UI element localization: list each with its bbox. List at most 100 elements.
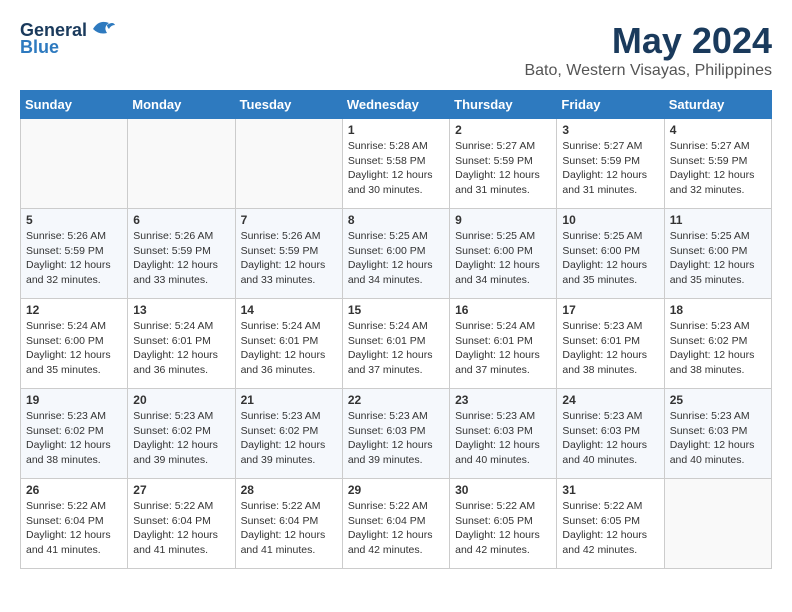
calendar-week-row: 26 Sunrise: 5:22 AM Sunset: 6:04 PM Dayli…: [21, 479, 772, 569]
day-number: 19: [26, 393, 122, 407]
day-info: Sunrise: 5:28 AM Sunset: 5:58 PM Dayligh…: [348, 139, 444, 198]
day-number: 2: [455, 123, 551, 137]
day-number: 29: [348, 483, 444, 497]
calendar-cell: 30Sunrise: 5:22 AM Sunset: 6:05 PM Dayli…: [450, 479, 557, 569]
calendar-cell: 4Sunrise: 5:27 AM Sunset: 5:59 PM Daylig…: [664, 119, 771, 209]
calendar-cell: 5Sunrise: 5:26 AM Sunset: 5:59 PM Daylig…: [21, 209, 128, 299]
calendar-cell: 21 Sunrise: 5:23 AM Sunset: 6:02 PM Dayli…: [235, 389, 342, 479]
day-info: Sunrise: 5:23 AM Sunset: 6:02 PM Dayligh…: [670, 319, 766, 378]
calendar-cell: [21, 119, 128, 209]
day-number: 6: [133, 213, 229, 227]
day-number: 16: [455, 303, 551, 317]
calendar-cell: 29 Sunrise: 5:22 AM Sunset: 6:04 PM Dayli…: [342, 479, 449, 569]
day-number: 28: [241, 483, 337, 497]
day-number: 14: [241, 303, 337, 317]
calendar-cell: 18 Sunrise: 5:23 AM Sunset: 6:02 PM Dayli…: [664, 299, 771, 389]
day-number: 13: [133, 303, 229, 317]
day-info: Sunrise: 5:25 AM Sunset: 6:00 PM Dayligh…: [348, 229, 444, 288]
day-number: 24: [562, 393, 658, 407]
day-info: Sunrise: 5:24 AM Sunset: 6:01 PM Dayligh…: [241, 319, 337, 378]
calendar-cell: 6Sunrise: 5:26 AM Sunset: 5:59 PM Daylig…: [128, 209, 235, 299]
day-number: 20: [133, 393, 229, 407]
column-header-sunday: Sunday: [21, 91, 128, 119]
day-info: Sunrise: 5:24 AM Sunset: 6:01 PM Dayligh…: [348, 319, 444, 378]
column-header-friday: Friday: [557, 91, 664, 119]
day-info: Sunrise: 5:22 AM Sunset: 6:04 PM Dayligh…: [133, 499, 229, 558]
title-area: May 2024 Bato, Western Visayas, Philippi…: [524, 20, 772, 80]
day-info: Sunrise: 5:23 AM Sunset: 6:03 PM Dayligh…: [562, 409, 658, 468]
day-number: 10: [562, 213, 658, 227]
calendar-cell: 17 Sunrise: 5:23 AM Sunset: 6:01 PM Dayli…: [557, 299, 664, 389]
calendar-cell: 12 Sunrise: 5:24 AM Sunset: 6:00 PM Dayli…: [21, 299, 128, 389]
day-info: Sunrise: 5:23 AM Sunset: 6:01 PM Dayligh…: [562, 319, 658, 378]
day-info: Sunrise: 5:25 AM Sunset: 6:00 PM Dayligh…: [670, 229, 766, 288]
day-info: Sunrise: 5:23 AM Sunset: 6:03 PM Dayligh…: [670, 409, 766, 468]
day-info: Sunrise: 5:23 AM Sunset: 6:02 PM Dayligh…: [241, 409, 337, 468]
calendar-cell: 22 Sunrise: 5:23 AM Sunset: 6:03 PM Dayli…: [342, 389, 449, 479]
column-header-saturday: Saturday: [664, 91, 771, 119]
column-header-tuesday: Tuesday: [235, 91, 342, 119]
calendar-cell: 25 Sunrise: 5:23 AM Sunset: 6:03 PM Dayli…: [664, 389, 771, 479]
day-info: Sunrise: 5:24 AM Sunset: 6:01 PM Dayligh…: [133, 319, 229, 378]
day-number: 25: [670, 393, 766, 407]
day-info: Sunrise: 5:22 AM Sunset: 6:05 PM Dayligh…: [562, 499, 658, 558]
location-title: Bato, Western Visayas, Philippines: [524, 62, 772, 80]
day-number: 4: [670, 123, 766, 137]
logo-blue-text: Blue: [20, 37, 59, 58]
day-number: 31: [562, 483, 658, 497]
day-number: 22: [348, 393, 444, 407]
day-info: Sunrise: 5:25 AM Sunset: 6:00 PM Dayligh…: [455, 229, 551, 288]
calendar-cell: 26 Sunrise: 5:22 AM Sunset: 6:04 PM Dayli…: [21, 479, 128, 569]
month-title: May 2024: [524, 20, 772, 62]
column-header-thursday: Thursday: [450, 91, 557, 119]
calendar-cell: 19Sunrise: 5:23 AM Sunset: 6:02 PM Dayli…: [21, 389, 128, 479]
day-number: 26: [26, 483, 122, 497]
calendar-cell: 14 Sunrise: 5:24 AM Sunset: 6:01 PM Dayli…: [235, 299, 342, 389]
calendar-cell: [128, 119, 235, 209]
calendar-cell: [235, 119, 342, 209]
day-info: Sunrise: 5:24 AM Sunset: 6:00 PM Dayligh…: [26, 319, 122, 378]
day-info: Sunrise: 5:22 AM Sunset: 6:04 PM Dayligh…: [241, 499, 337, 558]
calendar-table: SundayMondayTuesdayWednesdayThursdayFrid…: [20, 90, 772, 569]
day-number: 9: [455, 213, 551, 227]
column-header-monday: Monday: [128, 91, 235, 119]
day-number: 12: [26, 303, 122, 317]
day-info: Sunrise: 5:22 AM Sunset: 6:04 PM Dayligh…: [348, 499, 444, 558]
day-info: Sunrise: 5:27 AM Sunset: 5:59 PM Dayligh…: [562, 139, 658, 198]
calendar-cell: [664, 479, 771, 569]
day-info: Sunrise: 5:25 AM Sunset: 6:00 PM Dayligh…: [562, 229, 658, 288]
day-number: 27: [133, 483, 229, 497]
logo-bird-icon: [89, 19, 117, 39]
calendar-cell: 10 Sunrise: 5:25 AM Sunset: 6:00 PM Dayli…: [557, 209, 664, 299]
calendar-cell: 20 Sunrise: 5:23 AM Sunset: 6:02 PM Dayli…: [128, 389, 235, 479]
calendar-cell: 27 Sunrise: 5:22 AM Sunset: 6:04 PM Dayli…: [128, 479, 235, 569]
calendar-cell: 28 Sunrise: 5:22 AM Sunset: 6:04 PM Dayli…: [235, 479, 342, 569]
day-number: 3: [562, 123, 658, 137]
column-header-wednesday: Wednesday: [342, 91, 449, 119]
day-info: Sunrise: 5:23 AM Sunset: 6:02 PM Dayligh…: [133, 409, 229, 468]
day-info: Sunrise: 5:22 AM Sunset: 6:04 PM Dayligh…: [26, 499, 122, 558]
calendar-cell: 7Sunrise: 5:26 AM Sunset: 5:59 PM Daylig…: [235, 209, 342, 299]
calendar-week-row: 5Sunrise: 5:26 AM Sunset: 5:59 PM Daylig…: [21, 209, 772, 299]
calendar-cell: 9 Sunrise: 5:25 AM Sunset: 6:00 PM Daylig…: [450, 209, 557, 299]
calendar-cell: 31 Sunrise: 5:22 AM Sunset: 6:05 PM Dayli…: [557, 479, 664, 569]
day-number: 7: [241, 213, 337, 227]
calendar-cell: 2 Sunrise: 5:27 AM Sunset: 5:59 PM Daylig…: [450, 119, 557, 209]
calendar-cell: 13 Sunrise: 5:24 AM Sunset: 6:01 PM Dayli…: [128, 299, 235, 389]
day-number: 11: [670, 213, 766, 227]
calendar-cell: 8Sunrise: 5:25 AM Sunset: 6:00 PM Daylig…: [342, 209, 449, 299]
day-number: 18: [670, 303, 766, 317]
calendar-week-row: 1Sunrise: 5:28 AM Sunset: 5:58 PM Daylig…: [21, 119, 772, 209]
calendar-cell: 23Sunrise: 5:23 AM Sunset: 6:03 PM Dayli…: [450, 389, 557, 479]
day-number: 5: [26, 213, 122, 227]
day-info: Sunrise: 5:27 AM Sunset: 5:59 PM Dayligh…: [455, 139, 551, 198]
day-info: Sunrise: 5:23 AM Sunset: 6:03 PM Dayligh…: [455, 409, 551, 468]
day-number: 17: [562, 303, 658, 317]
day-number: 15: [348, 303, 444, 317]
day-info: Sunrise: 5:23 AM Sunset: 6:03 PM Dayligh…: [348, 409, 444, 468]
calendar-cell: 24 Sunrise: 5:23 AM Sunset: 6:03 PM Dayli…: [557, 389, 664, 479]
calendar-week-row: 19 Sunrise: 5:23 AM Sunset: 6:02 PM Dayli…: [21, 389, 772, 479]
day-number: 21: [241, 393, 337, 407]
logo: General Blue: [20, 20, 117, 58]
calendar-header-row: SundayMondayTuesdayWednesdayThursdayFrid…: [21, 91, 772, 119]
